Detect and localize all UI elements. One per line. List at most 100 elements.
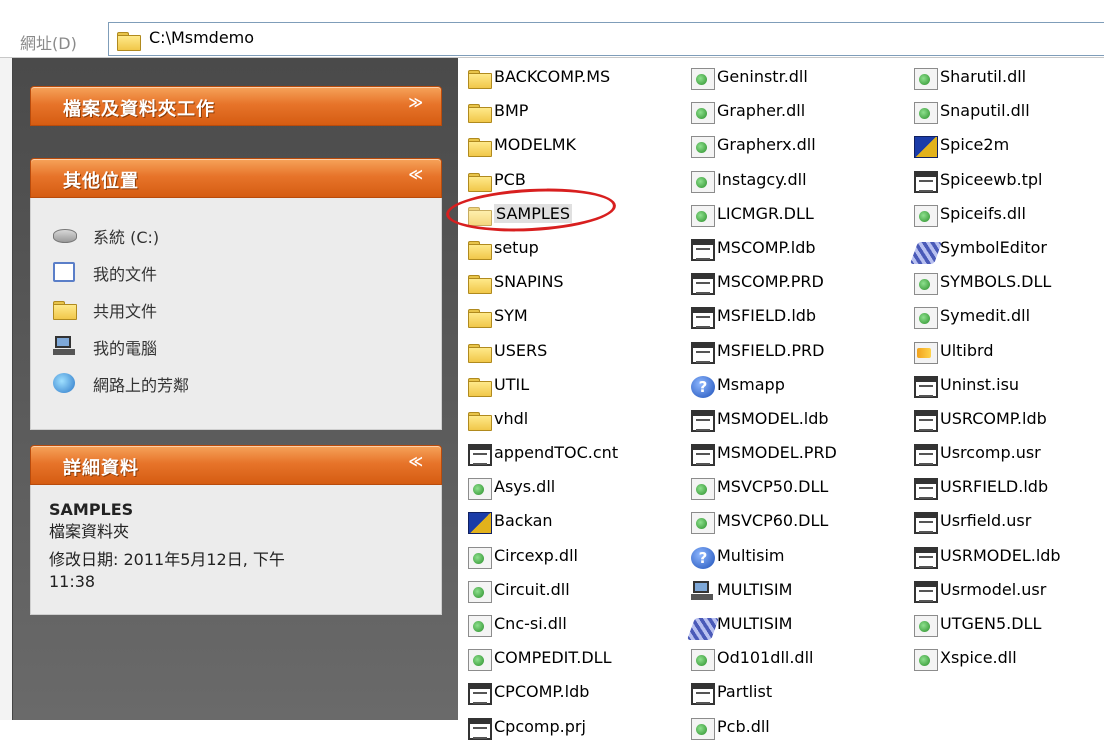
installer-icon bbox=[914, 341, 938, 364]
other-places-body: 系統 (C:) 我的文件 共用文件 我的電腦 網路上的芳鄰 bbox=[30, 198, 442, 430]
file-name: Spiceewb.tpl bbox=[940, 169, 1043, 189]
place-shared-documents[interactable]: 共用文件 bbox=[31, 290, 441, 327]
file-name: MSVCP50.DLL bbox=[717, 477, 829, 497]
data-file-icon bbox=[468, 444, 492, 467]
file-name: Instagcy.dll bbox=[717, 169, 807, 189]
drive-icon bbox=[53, 229, 77, 243]
folder-icon bbox=[468, 411, 492, 434]
place-system-drive[interactable]: 系統 (C:) bbox=[31, 216, 441, 253]
place-label: 共用文件 bbox=[93, 302, 158, 321]
file-name: Spice2m bbox=[940, 135, 1010, 155]
file-name: MSCOMP.ldb bbox=[717, 237, 816, 257]
file-name: Od101dll.dll bbox=[717, 648, 814, 668]
file-name: SNAPINS bbox=[494, 272, 564, 292]
application-icon bbox=[468, 512, 492, 535]
file-name: Grapher.dll bbox=[717, 101, 806, 121]
address-input[interactable]: C:\Msmdemo bbox=[108, 22, 1104, 56]
details-modified-time: 11:38 bbox=[49, 572, 96, 591]
dll-file-icon bbox=[691, 204, 715, 227]
place-network[interactable]: 網路上的芳鄰 bbox=[31, 364, 441, 401]
file-name: Msmapp bbox=[717, 374, 785, 394]
file-name: SYM bbox=[494, 306, 528, 326]
address-label: 網址(D) bbox=[20, 34, 77, 53]
dll-file-icon bbox=[914, 102, 938, 125]
place-my-computer[interactable]: 我的電腦 bbox=[31, 327, 441, 364]
address-path: C:\Msmdemo bbox=[149, 28, 255, 47]
data-file-icon bbox=[691, 341, 715, 364]
dll-file-icon bbox=[691, 717, 715, 740]
data-file-icon bbox=[914, 478, 938, 501]
file-name: SAMPLES bbox=[494, 203, 573, 223]
file-name: MSVCP60.DLL bbox=[717, 511, 829, 531]
dll-file-icon bbox=[691, 512, 715, 535]
file-name: appendTOC.cnt bbox=[494, 443, 619, 463]
data-file-icon bbox=[914, 546, 938, 569]
shared-documents-icon bbox=[53, 301, 77, 321]
file-tasks-header[interactable]: 檔案及資料夾工作 ≫ bbox=[30, 86, 442, 126]
dll-file-icon bbox=[914, 68, 938, 90]
file-name: MSMODEL.PRD bbox=[717, 443, 837, 463]
folder-icon bbox=[468, 343, 492, 366]
folder-icon bbox=[468, 206, 492, 229]
expand-chevron-icon[interactable]: ≫ bbox=[408, 96, 423, 110]
help-icon: ? bbox=[691, 375, 715, 398]
file-tasks-title: 檔案及資料夾工作 bbox=[63, 99, 215, 120]
place-label: 我的文件 bbox=[93, 265, 158, 284]
folder-icon bbox=[468, 172, 492, 195]
folder-icon bbox=[468, 138, 492, 160]
data-file-icon bbox=[914, 512, 938, 535]
data-file-icon bbox=[691, 444, 715, 467]
dll-file-icon bbox=[468, 478, 492, 501]
details-modified: 修改日期: 2011年5月12日, 下午 bbox=[49, 550, 285, 569]
folder-icon bbox=[468, 275, 492, 297]
file-name: Backan bbox=[494, 511, 553, 531]
data-file-icon bbox=[914, 409, 938, 432]
file-name: Usrcomp.usr bbox=[940, 443, 1041, 463]
dll-file-icon bbox=[691, 170, 715, 193]
folder-icon bbox=[468, 377, 492, 400]
file-name: Asys.dll bbox=[494, 477, 556, 497]
collapse-chevron-icon[interactable]: ≪ bbox=[408, 168, 423, 182]
file-name: Spiceifs.dll bbox=[940, 203, 1026, 223]
folder-icon bbox=[468, 70, 492, 92]
address-bar: 網址(D) C:\Msmdemo bbox=[0, 0, 1104, 58]
data-file-icon bbox=[914, 170, 938, 193]
file-name: MSFIELD.ldb bbox=[717, 306, 817, 326]
network-places-icon bbox=[53, 373, 75, 393]
dll-file-icon bbox=[691, 478, 715, 501]
file-name: USRFIELD.ldb bbox=[940, 477, 1049, 497]
component-icon bbox=[686, 618, 720, 640]
folder-icon bbox=[468, 104, 492, 126]
dll-file-icon bbox=[468, 649, 492, 672]
data-file-icon bbox=[914, 580, 938, 603]
task-pane: 檔案及資料夾工作 ≫ 其他位置 ≪ 系統 (C:) 我的文件 共用文件 我的電腦… bbox=[0, 58, 458, 720]
details-header[interactable]: 詳細資料 ≪ bbox=[30, 445, 442, 485]
other-places-title: 其他位置 bbox=[63, 171, 139, 192]
file-name: Xspice.dll bbox=[940, 648, 1017, 668]
place-label: 網路上的芳鄰 bbox=[93, 376, 190, 395]
file-name: MSFIELD.PRD bbox=[717, 340, 825, 360]
dll-file-icon bbox=[914, 273, 938, 296]
place-my-documents[interactable]: 我的文件 bbox=[31, 253, 441, 290]
application-icon bbox=[914, 136, 938, 159]
folder-icon bbox=[468, 240, 492, 263]
file-name: SymbolEditor bbox=[940, 237, 1047, 257]
file-name: Snaputil.dll bbox=[940, 101, 1030, 121]
details-type: 檔案資料夾 bbox=[49, 522, 130, 541]
folder-icon bbox=[117, 32, 141, 51]
file-name: Sharutil.dll bbox=[940, 67, 1027, 86]
file-name: vhdl bbox=[494, 408, 529, 428]
other-places-header[interactable]: 其他位置 ≪ bbox=[30, 158, 442, 198]
other-places-group: 其他位置 ≪ 系統 (C:) 我的文件 共用文件 我的電腦 網路上的芳鄰 bbox=[30, 158, 442, 430]
file-name: USRMODEL.ldb bbox=[940, 545, 1061, 565]
file-name: MODELMK bbox=[494, 135, 577, 155]
data-file-icon bbox=[914, 375, 938, 398]
file-name: UTGEN5.DLL bbox=[940, 614, 1042, 633]
details-title: 詳細資料 bbox=[63, 458, 139, 479]
collapse-chevron-icon[interactable]: ≪ bbox=[408, 455, 423, 469]
file-name: Usrfield.usr bbox=[940, 511, 1032, 531]
my-computer-icon bbox=[53, 336, 75, 356]
pane-edge bbox=[0, 58, 13, 720]
dll-file-icon bbox=[468, 615, 492, 637]
file-name: Uninst.isu bbox=[940, 374, 1020, 394]
